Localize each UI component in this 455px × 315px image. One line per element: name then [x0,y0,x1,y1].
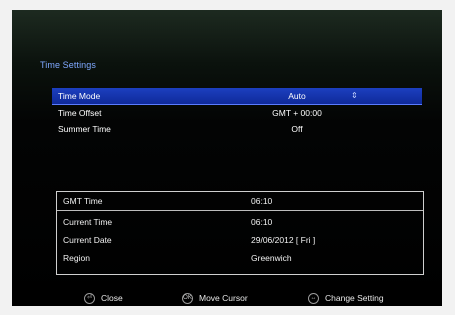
info-value: 06:10 [251,196,273,206]
close-hint[interactable]: ⏎ Close [84,290,123,306]
move-cursor-hint[interactable]: OK Move Cursor [182,290,248,306]
setting-label: Time Mode [58,91,101,101]
page-title: Time Settings [40,60,96,70]
change-setting-hint[interactable]: ↔ Change Setting [308,290,384,306]
setting-label: Summer Time [58,124,111,134]
setting-row-time-offset[interactable]: Time Offset GMT + 00:00 [52,105,422,121]
settings-list: Time Mode Auto ⇕ Time Offset GMT + 00:00… [52,88,422,137]
setting-value: Off [291,124,303,134]
move-cursor-label: Move Cursor [199,293,248,303]
info-row-current-date: Current Date 29/06/2012 [ Fri ] [57,231,423,249]
time-info-panel: GMT Time 06:10 Current Time 06:10 Curren… [56,191,424,275]
divider [57,210,423,211]
tv-frame: Time Settings Time Mode Auto ⇕ Time Offs… [0,0,455,315]
info-value: Greenwich [251,253,292,263]
info-label: GMT Time [63,196,103,206]
updown-arrow-icon: ⇕ [351,91,358,100]
info-row-region: Region Greenwich [57,249,423,267]
info-row-current-time: Current Time 06:10 [57,213,423,231]
setting-row-time-mode[interactable]: Time Mode Auto ⇕ [52,88,422,105]
change-setting-label: Change Setting [325,293,384,303]
setting-label: Time Offset [58,108,102,118]
info-row-gmt-time: GMT Time 06:10 [57,192,423,210]
info-label: Current Time [63,217,113,227]
tv-screen: Time Settings Time Mode Auto ⇕ Time Offs… [12,10,442,306]
setting-row-summer-time[interactable]: Summer Time Off [52,121,422,137]
setting-value: Auto [288,91,306,101]
close-label: Close [101,293,123,303]
ok-button-icon: OK [182,292,193,304]
arrow-button-icon: ↔ [308,292,319,304]
info-label: Current Date [63,235,112,245]
info-value: 06:10 [251,217,273,227]
setting-value: GMT + 00:00 [272,108,322,118]
exit-button-icon: ⏎ [84,292,95,304]
footer-hints: ⏎ Close OK Move Cursor ↔ Change Setting [12,290,442,306]
info-label: Region [63,253,90,263]
info-value: 29/06/2012 [ Fri ] [251,235,316,245]
